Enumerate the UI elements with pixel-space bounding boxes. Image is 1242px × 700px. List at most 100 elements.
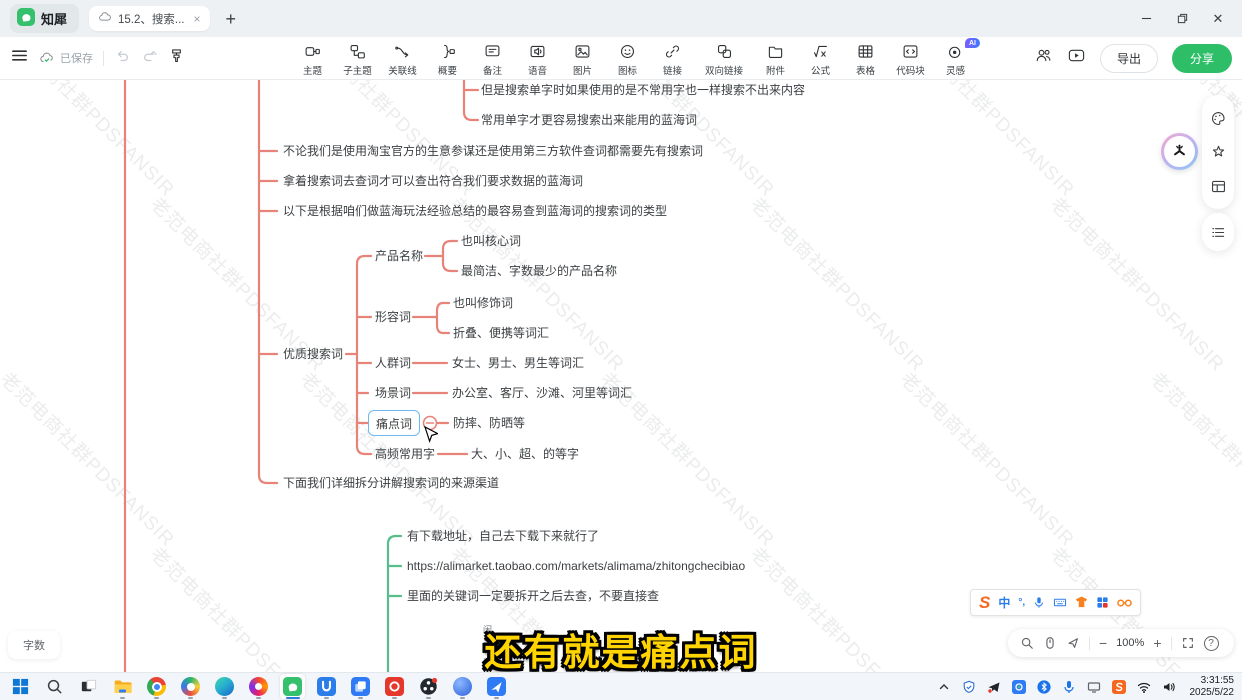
mindmap-node[interactable]: 人群词 <box>375 355 411 371</box>
layout-button[interactable] <box>1202 169 1234 203</box>
browser-360-button[interactable] <box>178 674 203 699</box>
ime-mic-icon[interactable] <box>1033 596 1045 609</box>
mindmap-canvas[interactable]: 老范电商社群PDSFANSIR老范电商社群PDSFANSIR老范电商社群PDSF… <box>0 80 1242 672</box>
toolbar-item-emoji-icon[interactable]: 图标 <box>607 40 648 77</box>
task-view-button[interactable] <box>76 674 101 699</box>
blue-circle-app-button[interactable] <box>450 674 475 699</box>
tab-close-icon[interactable]: × <box>193 12 200 26</box>
u-app-button[interactable] <box>314 674 339 699</box>
toolbar-item-link[interactable]: 链接 <box>652 40 693 77</box>
telegram-icon[interactable] <box>986 678 1003 695</box>
toolbar-item-voice[interactable]: 语音 <box>517 40 558 77</box>
ime-toolbox-icon[interactable] <box>1096 596 1109 609</box>
collaborate-icon[interactable] <box>1034 46 1053 70</box>
toolbar-item-inspiration[interactable]: 灵感AI <box>935 40 976 77</box>
sogou-tray-icon[interactable] <box>1111 678 1128 695</box>
restore-button[interactable] <box>1168 7 1196 31</box>
mindmap-node-parent[interactable]: 优质搜索词 <box>283 346 343 362</box>
mindmap-node-selected[interactable]: 痛点词 <box>368 410 420 436</box>
mindmap-node[interactable]: 常用单字才更容易搜索出来能用的蓝海词 <box>481 112 697 128</box>
toolbar-item-note[interactable]: 备注 <box>472 40 513 77</box>
close-button[interactable]: ✕ <box>1204 7 1232 31</box>
mindmap-node[interactable]: 里面的关键词一定要拆开之后去查，不要直接查 <box>407 588 659 604</box>
sogou-ime-toolbar[interactable]: S 中 °, <box>970 589 1141 616</box>
browser-swirl-button[interactable] <box>246 674 271 699</box>
export-button[interactable]: 导出 <box>1100 44 1158 73</box>
toolbar-item-table[interactable]: 表格 <box>845 40 886 77</box>
mindmap-node[interactable]: 形容词 <box>375 309 411 325</box>
beautify-button[interactable] <box>1202 135 1234 169</box>
trade-app-button[interactable] <box>484 674 509 699</box>
mindmap-connectors <box>0 80 1242 672</box>
red-app-button[interactable] <box>382 674 407 699</box>
mindmap-node[interactable]: 女士、男士、男生等词汇 <box>452 355 584 371</box>
divider <box>103 51 104 66</box>
toolbar-item-theme[interactable]: 主题 <box>292 40 333 77</box>
mindmap-node[interactable]: 下面我们详细拆分讲解搜索词的来源渠道 <box>283 475 499 491</box>
note-icon <box>484 43 501 61</box>
taskbar-clock[interactable]: 3:31:55 2025/5/22 <box>1186 675 1235 698</box>
toolbar-item-image[interactable]: 图片 <box>562 40 603 77</box>
mindmap-node[interactable]: 折叠、便携等词汇 <box>453 325 549 341</box>
mindmap-node[interactable]: 办公室、客厅、沙滩、河里等词汇 <box>452 385 632 401</box>
mindmap-node[interactable]: 拿着搜索词去查词才可以查出符合我们要求数据的蓝海词 <box>283 173 583 189</box>
wifi-icon[interactable] <box>1136 678 1153 695</box>
start-button[interactable] <box>8 674 33 699</box>
ai-assistant-button[interactable] <box>1161 133 1198 170</box>
edge-button[interactable] <box>212 674 237 699</box>
toolbar-item-code-block[interactable]: 代码块 <box>890 40 931 77</box>
theme-style-button[interactable] <box>1202 101 1234 135</box>
toolbar-item-formula[interactable]: 公式 <box>800 40 841 77</box>
sogou-logo-icon[interactable]: S <box>979 594 990 611</box>
ime-keyboard-icon[interactable] <box>1053 596 1067 609</box>
toolbar-item-relation-line[interactable]: 关联线 <box>382 40 423 77</box>
mindmap-node[interactable]: 防摔、防晒等 <box>453 415 525 431</box>
mindmap-node[interactable]: 也叫修饰词 <box>453 295 513 311</box>
mindmap-node[interactable]: 不论我们是使用淘宝官方的生意参谋还是使用第三方软件查词都需要先有搜索词 <box>283 143 703 159</box>
windows-taskbar: 3:31:55 2025/5/22 <box>0 672 1242 700</box>
microphone-icon[interactable] <box>1061 678 1078 695</box>
zhixi-tray-icon[interactable] <box>1011 678 1028 695</box>
mindmap-node[interactable]: 也叫核心词 <box>461 233 521 249</box>
share-button[interactable]: 分享 <box>1172 44 1232 73</box>
mindmap-node[interactable]: 但是搜索单字时如果使用的是不常用字也一样搜索不出来内容 <box>481 82 805 98</box>
toolbar-item-attachment[interactable]: 附件 <box>755 40 796 77</box>
new-tab-button[interactable]: + <box>226 10 237 28</box>
ime-mode-chinese[interactable]: 中 <box>998 594 1010 611</box>
mindmap-node[interactable]: 大、小、超、的等字 <box>471 446 579 462</box>
mindmap-node[interactable]: 以下是根据咱们做蓝海玩法经验总结的最容易查到蓝海词的搜索词的类型 <box>283 203 667 219</box>
outline-list-button[interactable] <box>1202 215 1234 249</box>
zhixi-app-button[interactable] <box>280 674 305 699</box>
mindmap-node[interactable]: 场景词 <box>375 385 411 401</box>
display-cast-icon[interactable] <box>1086 678 1103 695</box>
ime-skin-icon[interactable] <box>1075 596 1088 609</box>
tray-chevron-icon[interactable] <box>936 678 953 695</box>
mindmap-node[interactable]: 最简洁、字数最少的产品名称 <box>461 263 617 279</box>
video-tutorial-icon[interactable] <box>1067 46 1086 70</box>
toolbar-item-summary[interactable]: 概要 <box>427 40 468 77</box>
mindmap-node-url[interactable]: https://alimarket.taobao.com/markets/ali… <box>407 558 745 574</box>
toolbar-item-bidirectional-link[interactable]: 双向链接 <box>697 40 751 77</box>
obs-button[interactable] <box>416 674 441 699</box>
redo-button[interactable] <box>141 47 158 69</box>
volume-icon[interactable] <box>1161 678 1178 695</box>
app-home-tab[interactable]: 知犀 <box>10 4 79 33</box>
mindmap-node[interactable]: 有下载地址，自己去下载下来就行了 <box>407 528 599 544</box>
mindmap-node[interactable]: 高频常用字 <box>375 446 435 462</box>
menu-hamburger-icon[interactable] <box>10 46 29 70</box>
docs-app-button[interactable] <box>348 674 373 699</box>
ime-custom-icon[interactable] <box>1117 598 1132 608</box>
file-explorer-button[interactable] <box>110 674 135 699</box>
taskbar-search-button[interactable] <box>42 674 67 699</box>
minimize-button[interactable] <box>1132 7 1160 31</box>
punctuation-toggle[interactable]: °, <box>1018 597 1025 608</box>
toolbar-item-subtopic[interactable]: 子主题 <box>337 40 378 77</box>
chrome-button[interactable] <box>144 674 169 699</box>
security-shield-icon[interactable] <box>961 678 978 695</box>
document-tab[interactable]: 15.2、搜索... × <box>89 6 209 31</box>
blue-circle-app-icon <box>453 677 472 696</box>
format-painter-button[interactable] <box>168 47 185 69</box>
mindmap-node[interactable]: 产品名称 <box>375 248 423 264</box>
bluetooth-icon[interactable] <box>1036 678 1053 695</box>
undo-button[interactable] <box>114 47 131 69</box>
